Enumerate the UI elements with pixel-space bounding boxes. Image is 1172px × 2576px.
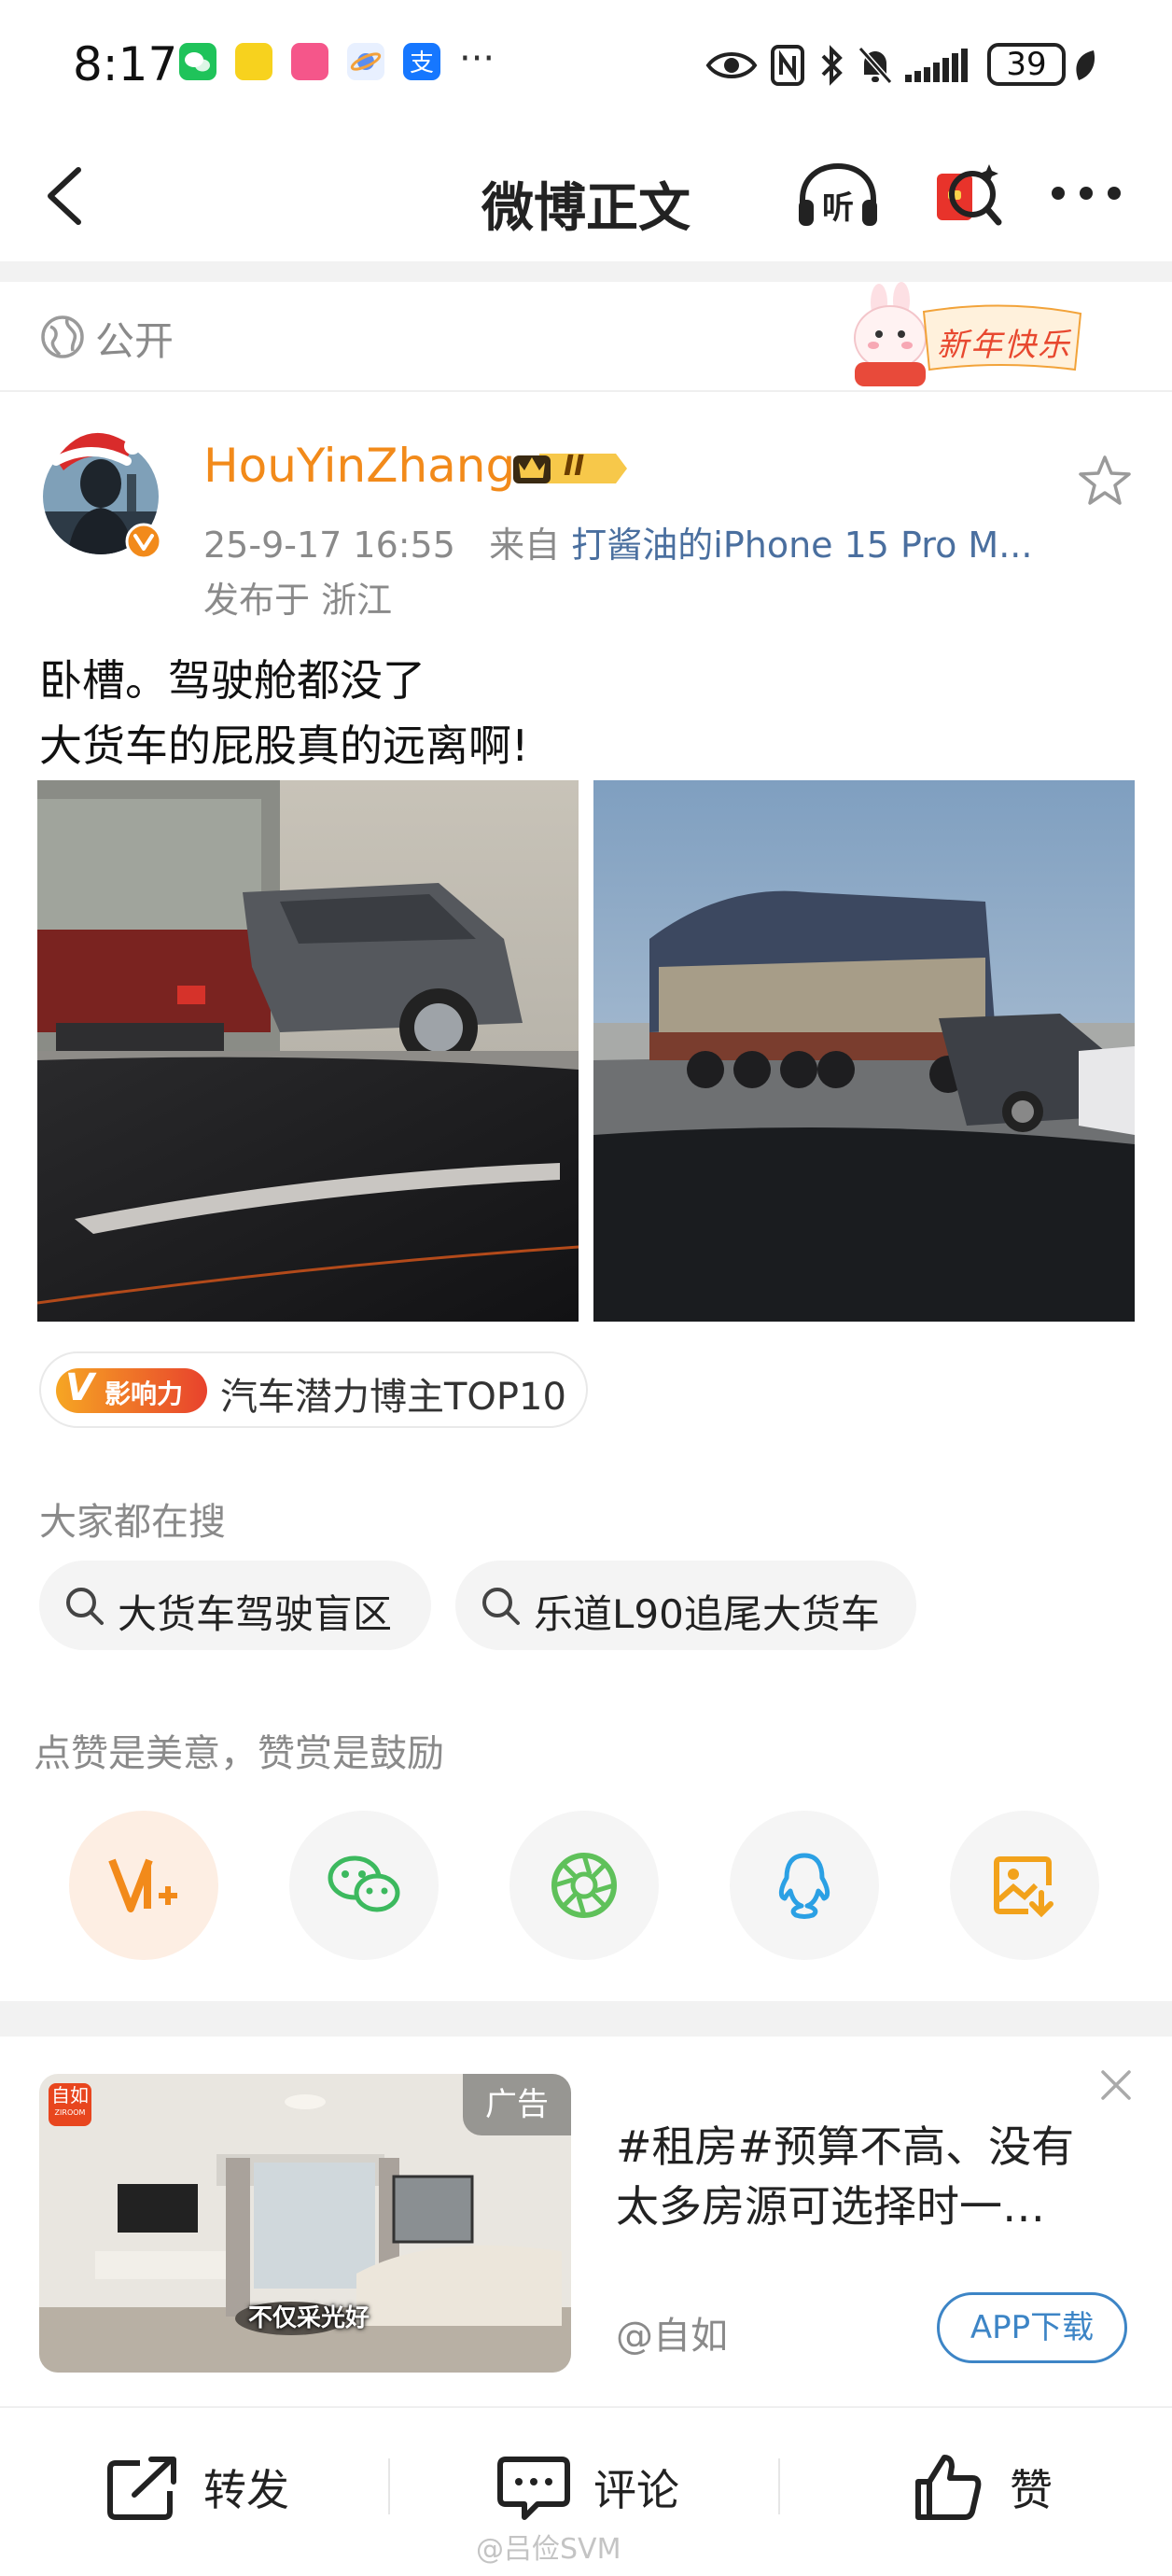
qq-icon (778, 1853, 830, 1919)
repost-button[interactable]: 转发 (106, 2445, 289, 2529)
share-moments-button[interactable] (509, 1811, 659, 1960)
app-notification-icon-3 (347, 43, 384, 80)
repost-icon (107, 2457, 176, 2520)
battery-level: 39 (1006, 46, 1047, 83)
post-meta: 25-9-17 16:55 来自 打酱油的iPhone 15 Pro M... (203, 516, 1032, 567)
repost-label: 转发 (203, 2465, 289, 2515)
more-options-icon[interactable] (1049, 179, 1123, 207)
post-photo-2[interactable] (593, 780, 1135, 1322)
more-notifications-indicator: ··· (459, 37, 495, 80)
bar-divider (388, 2458, 390, 2514)
app-download-button[interactable]: APP下载 (937, 2292, 1127, 2363)
search-icon (66, 1588, 104, 1625)
comment-icon (497, 2457, 570, 2520)
v-letter-icon: V (65, 1366, 94, 1409)
thumbs-up-icon (915, 2455, 982, 2520)
new-year-decoration: 新年快乐 (836, 280, 1088, 392)
post-text: 卧槽。驾驶舱都没了 大货车的屁股真的远离啊! (39, 648, 528, 778)
brand-logo-sub: ZIROOM (54, 2108, 86, 2117)
post-text-line: 大货车的屁股真的远离啊! (39, 721, 529, 771)
save-image-icon (994, 1856, 1053, 1918)
post-photo-1[interactable] (37, 780, 579, 1322)
influence-badge: V 影响力 (56, 1366, 207, 1413)
svg-text:支: 支 (410, 49, 434, 77)
status-time: 8:17 (73, 37, 178, 91)
wechat-notification-icon (179, 43, 216, 80)
brand-logo: 自如 ZIROOM (49, 2083, 91, 2126)
like-label: 赞 (1010, 2465, 1053, 2515)
bluetooth-icon (821, 45, 843, 86)
listen-button[interactable]: 听 (793, 159, 883, 233)
signal-icon (905, 49, 968, 82)
mute-bell-icon (858, 47, 893, 84)
post-source[interactable]: 打酱油的iPhone 15 Pro M... (571, 525, 1032, 566)
verified-badge-icon (125, 523, 162, 560)
battery-icon: 39 (987, 43, 1066, 86)
leaf-power-saving-icon (1076, 50, 1095, 80)
from-label: 来自 (489, 525, 561, 566)
truck-collision-photo (593, 780, 1135, 1322)
nfc-icon (771, 45, 804, 86)
globe-icon (41, 315, 84, 358)
level-text: II (564, 450, 585, 483)
comment-label: 评论 (593, 2465, 679, 2515)
app-notification-icon-2 (291, 43, 328, 80)
post-location: 发布于 浙江 (203, 580, 393, 621)
brand-logo-text: 自如 (51, 2084, 89, 2107)
visibility-label: 公开 (95, 318, 174, 364)
influence-text: 汽车潜力博主TOP10 (220, 1376, 566, 1419)
post-text-line: 卧槽。驾驶舱都没了 (39, 655, 426, 706)
close-icon[interactable] (1097, 2066, 1135, 2104)
watermark: @吕俭SVM (476, 2533, 621, 2566)
alipay-notification-icon: 支 (403, 43, 440, 80)
app-notification-icon-1 (235, 43, 272, 80)
search-chip-label: 大货车驾驶盲区 (118, 1591, 393, 1637)
like-button[interactable]: 赞 (913, 2445, 1053, 2529)
headphone-icon: 听 (799, 162, 877, 227)
new-year-text: 新年快乐 (937, 327, 1071, 364)
favorite-star-icon[interactable] (1077, 454, 1133, 508)
moments-icon (551, 1853, 617, 1918)
red-packet-search-icon[interactable] (929, 157, 1004, 235)
comment-button[interactable]: 评论 (496, 2445, 679, 2529)
search-chip-1[interactable]: 大货车驾驶盲区 (39, 1561, 431, 1650)
influence-badge-text: 影响力 (105, 1379, 184, 1409)
ad-title[interactable]: #租房#预算不高、没有 太多房源可选择时一… (616, 2117, 1120, 2236)
save-image-button[interactable] (950, 1811, 1099, 1960)
author-avatar[interactable] (35, 418, 166, 560)
ad-advertiser[interactable]: @自如 (616, 2305, 728, 2359)
section-divider (0, 261, 1172, 282)
accident-photo-window-view (37, 780, 579, 1322)
post-time: 25-9-17 16:55 (203, 525, 455, 566)
influence-chip[interactable]: V 影响力 汽车潜力博主TOP10 (39, 1351, 588, 1428)
reward-v-button[interactable] (69, 1811, 218, 1960)
ad-title-line: #租房#预算不高、没有 (616, 2121, 1075, 2172)
search-icon (482, 1588, 520, 1625)
share-qq-button[interactable] (730, 1811, 879, 1960)
bar-divider (778, 2458, 780, 2514)
eye-icon (705, 52, 758, 78)
ad-image[interactable]: 自如 ZIROOM 广告 不仅采光好 (39, 2074, 571, 2373)
reward-section-title: 点赞是美意，赞赏是鼓励 (34, 1732, 444, 1775)
member-level-badge[interactable]: II (511, 446, 629, 491)
author-name[interactable]: HouYinZhang (203, 439, 515, 493)
ad-title-line: 太多房源可选择时一… (616, 2181, 1045, 2232)
search-chip-2[interactable]: 乐道L90追尾大货车 (455, 1561, 916, 1650)
wechat-icon (328, 1855, 400, 1912)
search-section-title: 大家都在搜 (39, 1501, 226, 1544)
search-chip-label: 乐道L90追尾大货车 (534, 1591, 880, 1637)
visibility-row: 公开 新年快乐 (0, 280, 1172, 392)
nav-bar: 微博正文 听 (0, 131, 1172, 261)
v-plus-icon (108, 1858, 177, 1912)
svg-text:听: 听 (822, 189, 854, 227)
ad-image-caption: 不仅采光好 (247, 2304, 370, 2332)
share-wechat-button[interactable] (289, 1811, 439, 1960)
section-divider (0, 2001, 1172, 2037)
status-bar: 8:17 支 ··· 39 (0, 0, 1172, 131)
ad-tag: 广告 (463, 2074, 571, 2135)
